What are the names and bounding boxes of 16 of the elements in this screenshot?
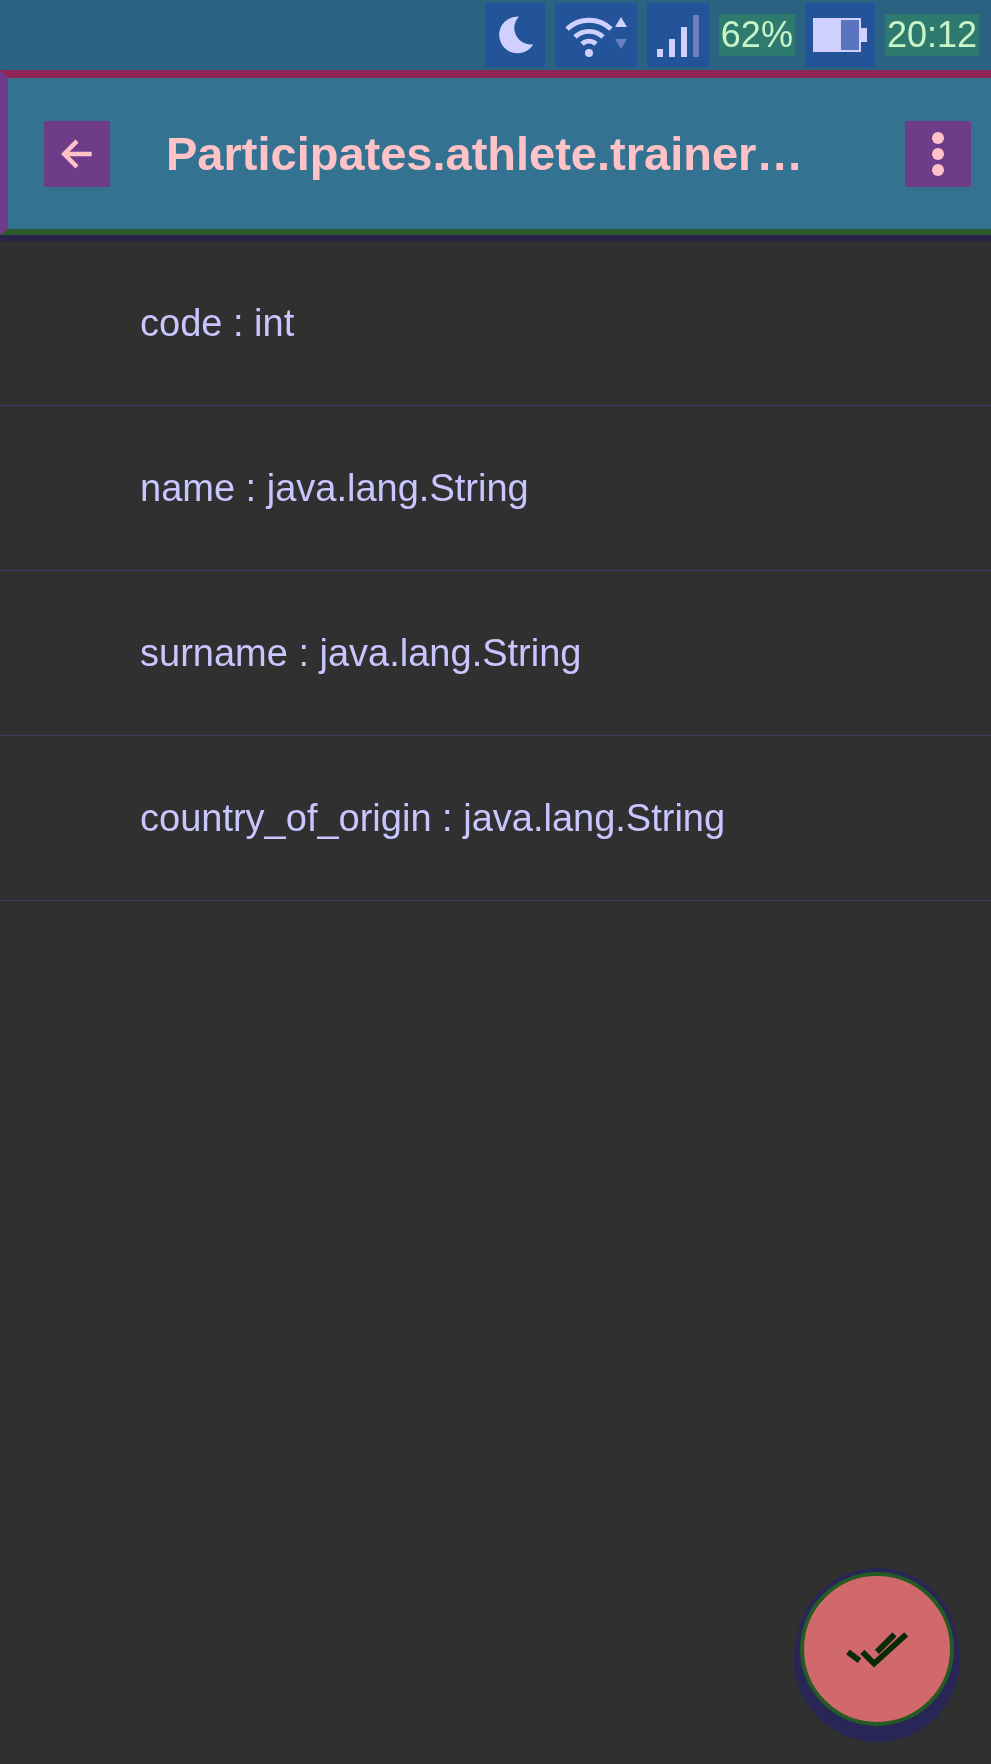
back-button[interactable] <box>44 120 110 187</box>
field-list-item[interactable]: code : int <box>0 241 991 406</box>
clock-time: 20:12 <box>884 14 979 56</box>
field-list-item[interactable]: country_of_origin : java.lang.String <box>0 736 991 901</box>
battery-percentage: 62% <box>718 14 795 56</box>
screen-title: Participates.athlete.trainer… <box>166 126 805 181</box>
battery-icon <box>812 18 867 52</box>
more-options-button[interactable] <box>905 120 971 187</box>
field-label: surname : java.lang.String <box>140 631 582 675</box>
signal-icon <box>654 13 701 57</box>
field-label: code : int <box>140 301 295 345</box>
more-vertical-icon <box>930 129 946 178</box>
field-list-item[interactable]: name : java.lang.String <box>0 406 991 571</box>
field-label: country_of_origin : java.lang.String <box>140 796 726 840</box>
field-label: name : java.lang.String <box>140 466 529 510</box>
field-list-item[interactable]: surname : java.lang.String <box>0 571 991 736</box>
